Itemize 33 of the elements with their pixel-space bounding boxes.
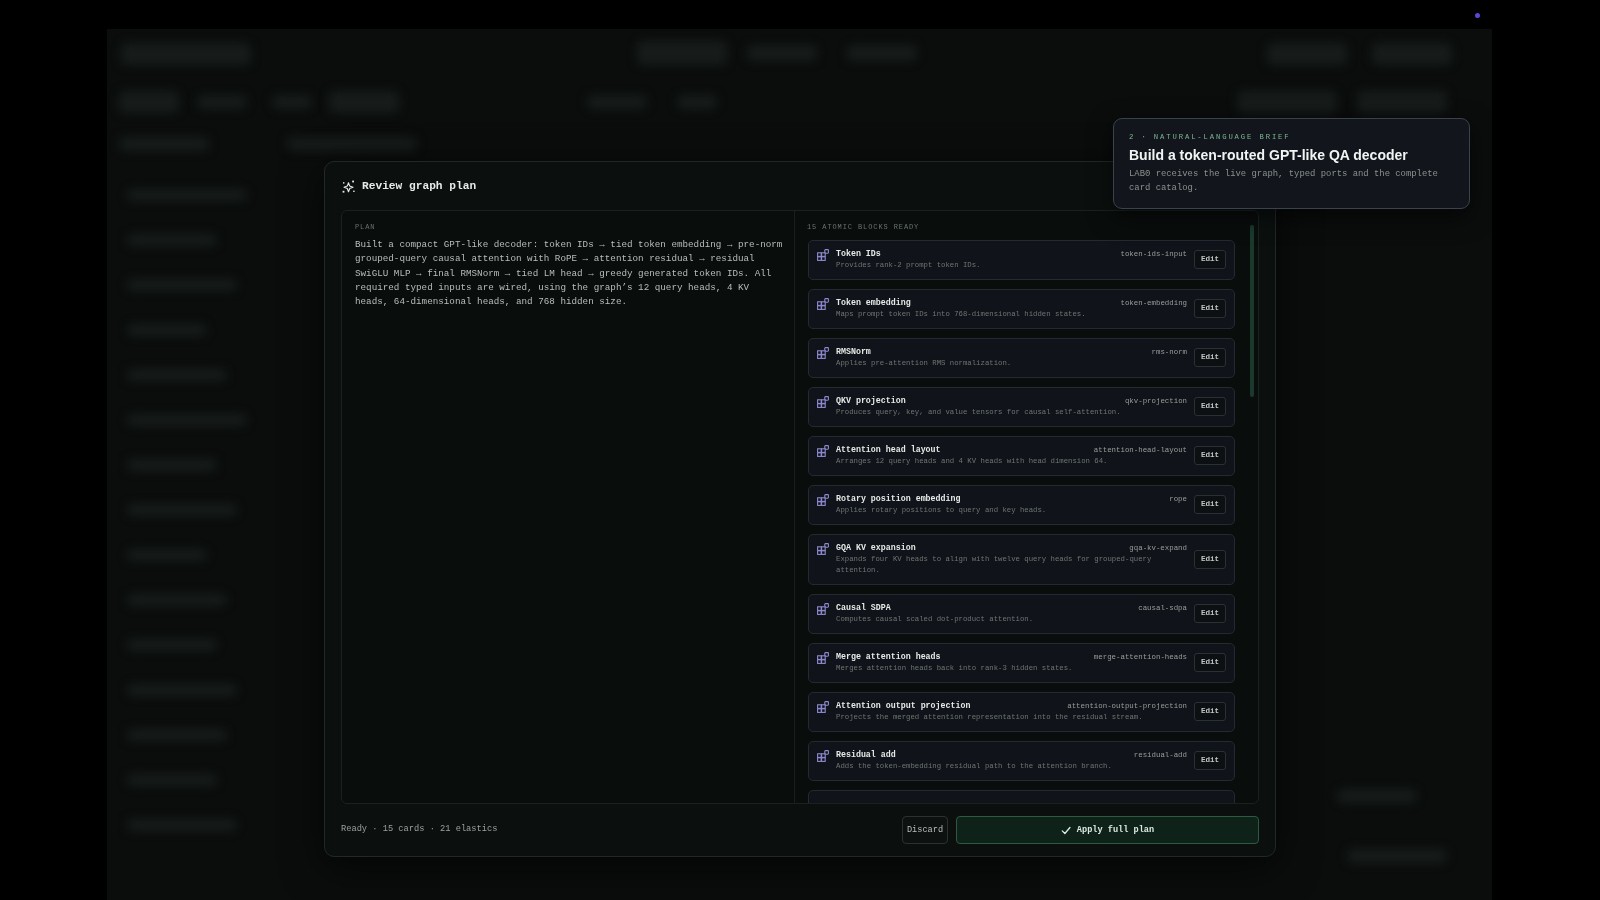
block-title: Causal SDPA [836, 602, 891, 614]
apply-button[interactable]: Apply full plan [956, 816, 1259, 844]
sparkle-icon [342, 179, 355, 193]
block-title: Token embedding [836, 297, 911, 309]
block-title: Attention head layout [836, 444, 941, 456]
blocks-icon [817, 543, 829, 555]
blocks-icon [817, 249, 829, 261]
blocks-icon [817, 701, 829, 713]
plan-text: Built a compact GPT-like decoder: token IDs → tied token embedding → pre-norm grouped-query causal attention with RoPE → attention residual → residual SwiGLU MLP → final RMSNorm → tied LM head → greedy generated token IDs. All required typed inputs are wired, using the graph’s 12 query heads, 4 KV heads, 64-dimensional heads, and 768 hidden size. [355, 238, 784, 310]
blocks-icon [817, 445, 829, 457]
blocks-icon [817, 298, 829, 310]
block-title: Residual add [836, 749, 896, 761]
block-title: RMSNorm [836, 346, 871, 358]
dialog-title: Review graph plan [362, 179, 477, 193]
blocks-icon [817, 494, 829, 506]
brief-title: Build a token-routed GPT-like QA decoder [1129, 146, 1409, 164]
block-title: GQA KV expansion [836, 542, 916, 554]
blocks-icon [817, 396, 829, 408]
brief-description: LAB0 receives the live graph, typed ports and the complete card catalog. [1129, 168, 1439, 195]
blocks-icon [817, 347, 829, 359]
dot-icon [1475, 13, 1480, 18]
block-title: QKV projection [836, 395, 906, 407]
block-title: Rotary position embedding [836, 493, 961, 505]
block-title: Attention output projection [836, 700, 971, 712]
discard-button[interactable]: Discard [902, 816, 948, 844]
scrollbar-thumb[interactable] [1250, 225, 1254, 397]
block-title: Merge attention heads [836, 651, 941, 663]
status-text: Ready · 15 cards · 21 elastics [341, 823, 498, 837]
blocks-icon [817, 750, 829, 762]
blocks-icon [817, 652, 829, 664]
blocks-icon [817, 603, 829, 615]
block-title: Token IDs [836, 248, 881, 260]
check-icon [1060, 825, 1071, 835]
